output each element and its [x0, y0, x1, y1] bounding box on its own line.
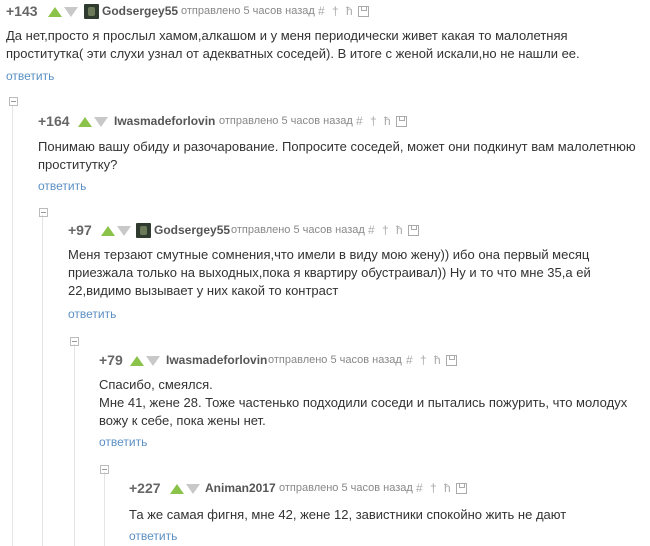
comment-header: +97 Godsergey55 отправлено 5 часов назад…: [0, 221, 650, 241]
reply-link[interactable]: ответить: [129, 529, 177, 543]
comment: +79 Iwasmadeforlovin отправлено 5 часов …: [0, 351, 650, 461]
tree-icon[interactable]: ħ: [396, 223, 403, 237]
hash-icon[interactable]: #: [318, 4, 325, 18]
collapse-toggle-icon[interactable]: [100, 465, 109, 474]
avatar[interactable]: [136, 223, 151, 238]
save-icon[interactable]: [408, 225, 419, 236]
comment-text-line: Спасибо, смеялся.: [99, 377, 213, 392]
hash-icon[interactable]: #: [406, 353, 413, 367]
comment: +97 Godsergey55 отправлено 5 часов назад…: [0, 221, 650, 331]
comment-text-line: Мне 41, жене 28. Тоже частенько подходил…: [99, 395, 628, 410]
comment-text-line: 22,видимо вызывает у них какой то контра…: [68, 283, 339, 298]
downvote-icon[interactable]: [186, 484, 200, 494]
save-icon[interactable]: [358, 6, 369, 17]
reply-link[interactable]: ответить: [68, 307, 116, 321]
tree-icon[interactable]: ħ: [346, 4, 353, 18]
hash-icon[interactable]: #: [416, 481, 423, 495]
username[interactable]: Animan2017: [205, 481, 276, 495]
upvote-icon[interactable]: [170, 484, 184, 494]
collapse-toggle-icon[interactable]: [70, 337, 79, 346]
parent-arrow-icon[interactable]: †: [420, 353, 427, 367]
collapse-toggle-icon[interactable]: [9, 97, 18, 106]
tree-icon[interactable]: ħ: [444, 481, 451, 495]
timestamp: отправлено 5 часов назад: [268, 354, 402, 366]
downvote-icon[interactable]: [94, 117, 108, 127]
timestamp: отправлено 5 часов назад: [231, 224, 365, 236]
username[interactable]: Godsergey55: [154, 223, 230, 237]
parent-arrow-icon[interactable]: †: [382, 223, 389, 237]
comment-text-line: проститутку?: [38, 157, 118, 172]
comment-text-line: проститутка( эти слухи узнал от адекватн…: [6, 46, 580, 61]
comment-header: +79 Iwasmadeforlovin отправлено 5 часов …: [0, 351, 650, 371]
rating: +97: [68, 222, 92, 238]
timestamp: отправлено 5 часов назад: [219, 115, 353, 127]
upvote-icon[interactable]: [48, 7, 62, 17]
hash-icon[interactable]: #: [368, 223, 375, 237]
username[interactable]: Godsergey55: [102, 4, 178, 18]
upvote-icon[interactable]: [130, 356, 144, 366]
hash-icon[interactable]: #: [356, 114, 363, 128]
parent-arrow-icon[interactable]: †: [370, 114, 377, 128]
collapse-toggle-icon[interactable]: [39, 208, 48, 217]
timestamp: отправлено 5 часов назад: [181, 5, 315, 17]
save-icon[interactable]: [396, 116, 407, 127]
comment-text-line: приезжала только на выходных,пока я квар…: [68, 265, 591, 280]
parent-arrow-icon[interactable]: †: [332, 4, 339, 18]
comment: +164 Iwasmadeforlovin отправлено 5 часов…: [0, 112, 650, 202]
comment-text-line: Понимаю вашу обиду и разочарование. Попр…: [38, 139, 636, 154]
username[interactable]: Iwasmadeforlovin: [166, 353, 267, 367]
reply-link[interactable]: ответить: [99, 435, 147, 449]
comment-header: +227 Animan2017 отправлено 5 часов назад…: [0, 479, 650, 499]
comment-text-line: вожу к себе, пока жены нет.: [99, 413, 266, 428]
save-icon[interactable]: [446, 355, 457, 366]
comment-text-line: Та же самая фигня, мне 42, жене 12, зави…: [129, 507, 567, 522]
downvote-icon[interactable]: [146, 356, 160, 366]
downvote-icon[interactable]: [117, 226, 131, 236]
save-icon[interactable]: [456, 483, 467, 494]
tree-icon[interactable]: ħ: [434, 353, 441, 367]
rating: +227: [129, 480, 161, 496]
upvote-icon[interactable]: [101, 226, 115, 236]
comment-text-line: Меня терзают смутные сомнения,что имели …: [68, 247, 590, 262]
rating: +79: [99, 352, 123, 368]
username[interactable]: Iwasmadeforlovin: [114, 114, 215, 128]
reply-link[interactable]: ответить: [6, 69, 54, 83]
downvote-icon[interactable]: [64, 7, 78, 17]
upvote-icon[interactable]: [78, 117, 92, 127]
timestamp: отправлено 5 часов назад: [279, 482, 413, 494]
comment-header: +143 Godsergey55 отправлено 5 часов наза…: [0, 2, 650, 22]
parent-arrow-icon[interactable]: †: [430, 481, 437, 495]
rating: +143: [6, 3, 38, 19]
reply-link[interactable]: ответить: [38, 179, 86, 193]
comment: +227 Animan2017 отправлено 5 часов назад…: [0, 479, 650, 546]
rating: +164: [38, 113, 70, 129]
comment-text-line: Да нет,просто я прослыл хамом,алкашом и …: [6, 28, 568, 43]
tree-icon[interactable]: ħ: [384, 114, 391, 128]
comment: +143 Godsergey55 отправлено 5 часов наза…: [0, 0, 650, 100]
avatar[interactable]: [84, 4, 99, 19]
comment-header: +164 Iwasmadeforlovin отправлено 5 часов…: [0, 112, 650, 132]
